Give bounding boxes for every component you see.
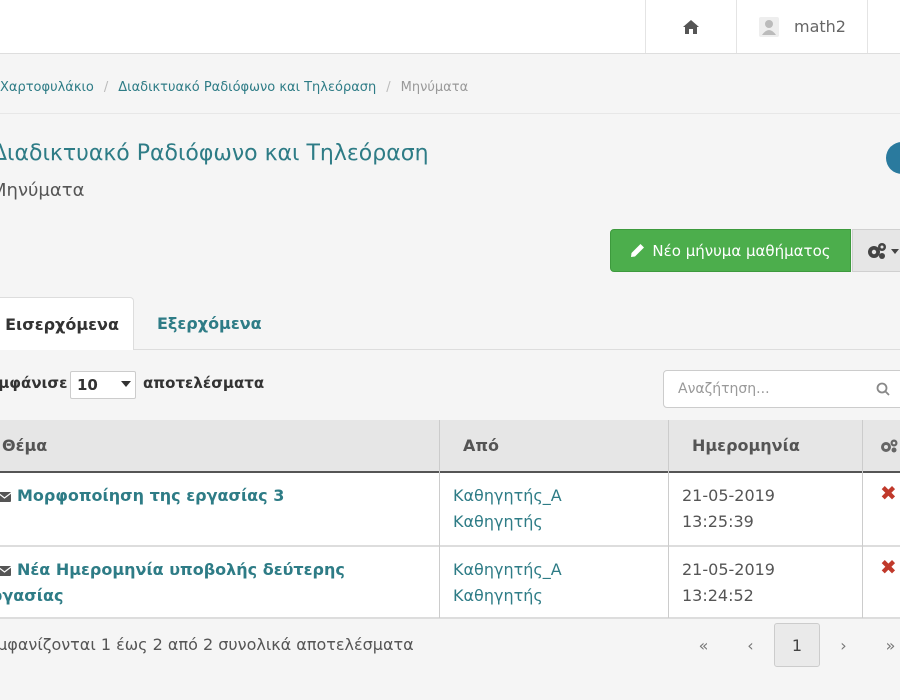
gears-icon — [868, 242, 899, 259]
message-subject-link[interactable]: Νέα Ημερομηνία υποβολής δεύτερης εργασία… — [0, 557, 345, 609]
column-header-subject[interactable]: Θέμα — [2, 420, 47, 471]
gears-icon — [881, 439, 898, 452]
date-text: 21-05-2019 — [682, 486, 775, 505]
column-divider — [862, 420, 863, 618]
page-length-select[interactable]: 10 — [70, 371, 136, 399]
search-icon — [876, 382, 890, 396]
envelope-icon — [0, 565, 11, 576]
column-header-date[interactable]: Ημερομηνία — [692, 420, 800, 471]
breadcrumb-current: Μηνύματα — [400, 80, 469, 95]
message-from: Καθηγητής_Α Καθηγητής — [453, 483, 562, 535]
tabs-divider — [0, 349, 900, 350]
pager-first[interactable]: « — [680, 636, 727, 655]
table-row: Νέα Ημερομηνία υποβολής δεύτερης εργασία… — [0, 547, 900, 619]
delete-icon[interactable]: ✖ — [880, 555, 897, 579]
delete-icon[interactable]: ✖ — [880, 481, 897, 505]
table-header: Θέμα Από Ημερομηνία — [0, 420, 900, 473]
page-length-value: 10 — [77, 376, 98, 394]
page-subtitle: Μηνύματα — [0, 180, 85, 201]
settings-dropdown[interactable] — [852, 229, 900, 272]
column-divider — [439, 420, 440, 618]
home-icon — [683, 19, 699, 34]
breadcrumb-portfolio-link[interactable]: Χαρτοφυλάκιο — [0, 80, 94, 95]
pager-next[interactable]: › — [820, 636, 867, 655]
time-text: 13:25:39 — [682, 512, 754, 531]
breadcrumb-separator: / — [386, 80, 391, 95]
message-subject-link[interactable]: Μορφοποίηση της εργασίας 3 — [0, 483, 284, 509]
sender-link[interactable]: Καθηγητής_Α — [453, 486, 562, 505]
page-length-suffix: αποτελέσματα — [143, 374, 265, 392]
breadcrumb-separator: / — [103, 80, 109, 95]
user-menu[interactable]: math2 — [736, 0, 868, 53]
search-placeholder: Αναζήτηση... — [678, 381, 770, 397]
help-icon[interactable] — [886, 142, 900, 174]
pager-previous[interactable]: ‹ — [727, 636, 774, 655]
sender-link[interactable]: Καθηγητής_Α — [453, 560, 562, 579]
subject-text-continued: εργασίας — [0, 586, 64, 605]
pagination: « ‹ 1 › » — [680, 622, 900, 668]
new-course-message-button[interactable]: Νέο μήνυμα μαθήματος — [610, 229, 851, 272]
message-date: 21-05-2019 13:25:39 — [682, 483, 775, 535]
breadcrumb: Χαρτοφυλάκιο / Διαδικτυακό Ραδιόφωνο και… — [0, 80, 468, 95]
new-course-message-label: Νέο μήνυμα μαθήματος — [652, 241, 831, 260]
time-text: 13:24:52 — [682, 586, 754, 605]
sender-role-link[interactable]: Καθηγητής — [453, 512, 543, 531]
date-text: 21-05-2019 — [682, 560, 775, 579]
divider — [0, 113, 900, 114]
table-info: Εμφανίζονται 1 έως 2 από 2 συνολικά αποτ… — [0, 635, 414, 654]
breadcrumb-course-link[interactable]: Διαδικτυακό Ραδιόφωνο και Τηλεόραση — [118, 80, 376, 95]
tab-outbox[interactable]: Εξερχόμενα — [157, 297, 262, 350]
message-date: 21-05-2019 13:24:52 — [682, 557, 775, 609]
table-row: Μορφοποίηση της εργασίας 3 Καθηγητής_Α Κ… — [0, 473, 900, 547]
message-from: Καθηγητής_Α Καθηγητής — [453, 557, 562, 609]
chevron-down-icon — [121, 381, 131, 387]
sender-role-link[interactable]: Καθηγητής — [453, 586, 543, 605]
username-label: math2 — [794, 17, 846, 36]
top-navbar: math2 — [0, 0, 900, 54]
column-header-tools — [880, 420, 900, 471]
search-input[interactable]: Αναζήτηση... — [663, 370, 900, 408]
envelope-icon — [0, 491, 11, 502]
subject-text: Μορφοποίηση της εργασίας 3 — [17, 486, 285, 505]
pager-page-1[interactable]: 1 — [774, 623, 820, 667]
pencil-icon — [631, 244, 645, 257]
column-divider — [668, 420, 669, 618]
tab-inbox[interactable]: Εισερχόμενα — [0, 297, 134, 350]
course-title: Διαδικτυακό Ραδιόφωνο και Τηλεόραση — [0, 141, 429, 166]
pager-last[interactable]: » — [867, 636, 900, 655]
page-length-label: Εμφάνισε — [0, 374, 68, 392]
column-header-from[interactable]: Από — [463, 420, 499, 471]
subject-text: Νέα Ημερομηνία υποβολής δεύτερης — [17, 560, 345, 579]
user-icon — [759, 16, 779, 37]
home-button[interactable] — [645, 0, 736, 53]
